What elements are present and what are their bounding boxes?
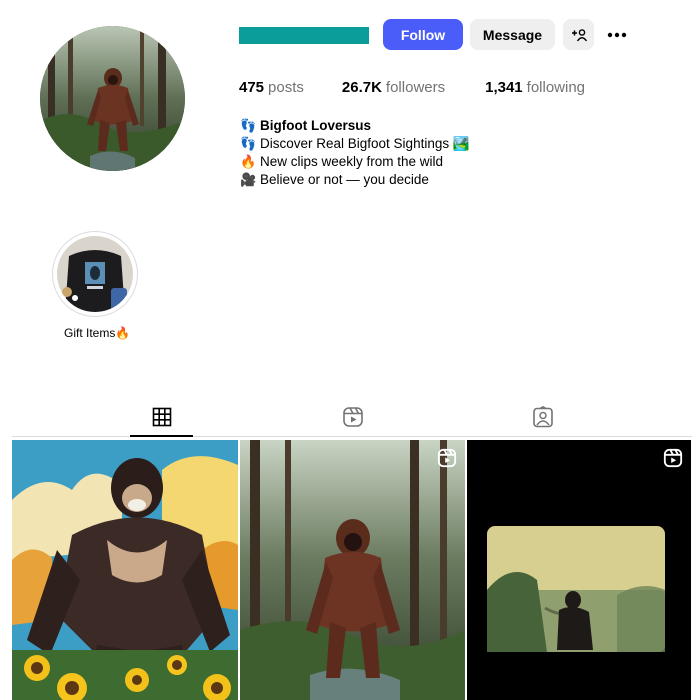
avatar-image bbox=[40, 26, 185, 171]
post-image bbox=[12, 440, 238, 700]
username-redacted bbox=[239, 27, 369, 44]
post-image bbox=[467, 440, 691, 700]
add-person-icon bbox=[571, 28, 587, 41]
story-highlight[interactable]: Gift Items🔥 bbox=[52, 231, 140, 340]
follow-button[interactable]: Follow bbox=[383, 19, 463, 50]
profile-bio: 👣 Bigfoot Loversus 👣 Discover Real Bigfo… bbox=[240, 117, 470, 189]
camera-icon: 🎥 bbox=[240, 172, 257, 187]
reel-indicator-icon bbox=[437, 448, 457, 468]
fire-icon: 🔥 bbox=[240, 154, 257, 169]
grid-post[interactable] bbox=[240, 440, 465, 700]
bio-line: 👣 Discover Real Bigfoot Sightings 🏞️ bbox=[240, 135, 470, 153]
bio-text: Discover Real Bigfoot Sightings 🏞️ bbox=[260, 136, 470, 151]
footprints-icon: 👣 bbox=[240, 136, 257, 151]
reel-indicator-icon bbox=[663, 448, 683, 468]
reels-icon bbox=[343, 407, 363, 427]
footprints-icon: 👣 bbox=[240, 118, 257, 133]
profile-avatar[interactable] bbox=[40, 26, 185, 171]
following-value: 1,341 bbox=[485, 79, 523, 96]
tab-posts[interactable] bbox=[150, 405, 174, 429]
bio-line: 🎥 Believe or not — you decide bbox=[240, 171, 470, 189]
highlight-cover bbox=[57, 236, 133, 312]
followers-value: 26.7K bbox=[341, 79, 382, 96]
tab-reels[interactable] bbox=[341, 405, 365, 429]
bio-line: 👣 Bigfoot Loversus bbox=[240, 117, 470, 135]
followers-count[interactable]: 26.7K followers bbox=[342, 79, 445, 96]
more-options-button[interactable] bbox=[602, 19, 632, 50]
post-image bbox=[240, 440, 465, 700]
bio-line: 🔥 New clips weekly from the wild bbox=[240, 153, 470, 171]
posts-value: 475 bbox=[239, 79, 265, 96]
grid-post[interactable] bbox=[467, 440, 691, 700]
bio-text: Believe or not — you decide bbox=[260, 172, 429, 187]
tab-tagged[interactable] bbox=[531, 405, 555, 429]
suggest-users-button[interactable] bbox=[563, 19, 594, 50]
active-tab-indicator bbox=[130, 435, 193, 437]
grid-post[interactable] bbox=[12, 440, 238, 700]
bio-text: New clips weekly from the wild bbox=[260, 154, 444, 169]
highlight-ring bbox=[52, 231, 138, 317]
profile-stats: 475 posts 26.7K followers 1,341 followin… bbox=[239, 79, 585, 96]
grid-icon bbox=[152, 407, 172, 427]
message-button[interactable]: Message bbox=[470, 19, 555, 50]
tabs-divider bbox=[12, 436, 692, 437]
bio-name: Bigfoot Loversus bbox=[260, 118, 372, 133]
followers-label: followers bbox=[385, 79, 446, 96]
posts-count: 475 posts bbox=[239, 79, 304, 96]
tagged-icon bbox=[533, 406, 553, 428]
following-label: following bbox=[526, 79, 586, 96]
highlight-label: Gift Items🔥 bbox=[64, 326, 131, 340]
more-options-icon bbox=[607, 32, 627, 37]
following-count[interactable]: 1,341 following bbox=[485, 79, 585, 96]
posts-label: posts bbox=[268, 79, 304, 96]
